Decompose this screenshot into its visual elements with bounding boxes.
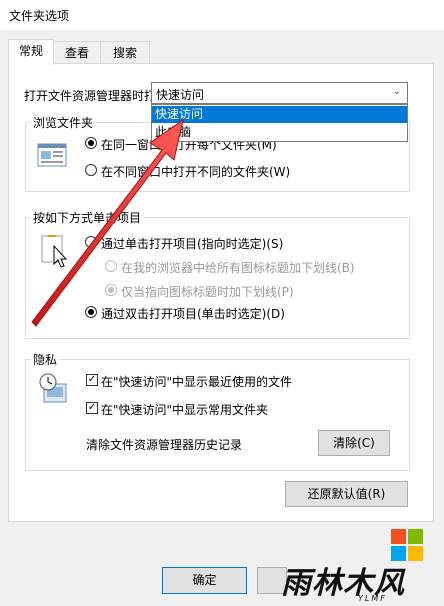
browse-folders-title: 浏览文件夹: [30, 114, 97, 131]
title-bar: 文件夹选项: [0, 0, 444, 30]
open-explorer-dropdown: 快速访问 此电脑: [151, 104, 408, 142]
clear-history-button[interactable]: 清除(C): [318, 430, 390, 456]
window-title: 文件夹选项: [9, 9, 70, 23]
pointer-click-icon: [40, 232, 72, 271]
click-items-title: 按如下方式单击项目: [30, 209, 145, 226]
ok-button[interactable]: 确定: [162, 567, 247, 594]
radio-same-window[interactable]: [85, 137, 97, 149]
open-explorer-selected: 快速访问: [156, 88, 205, 102]
tab-search[interactable]: 搜索: [100, 41, 150, 64]
radio-underline-hover-label: 仅当指向图标标题时加下划线(P): [121, 285, 294, 299]
clear-history-label: 清除文件资源管理器历史记录: [86, 438, 243, 452]
radio-new-window-label: 在不同窗口中打开不同的文件夹(W): [101, 165, 291, 179]
checkbox-frequent-folders-label: 在"快速访问"中显示常用文件夹: [101, 403, 269, 417]
dropdown-option-this-pc[interactable]: 此电脑: [152, 124, 407, 141]
tab-general-label: 常规: [18, 44, 43, 58]
tab-view-label: 查看: [64, 46, 89, 60]
dropdown-option-quick-access[interactable]: 快速访问: [152, 106, 407, 123]
checkbox-recent-files[interactable]: ✓: [86, 374, 98, 386]
open-explorer-select[interactable]: 快速访问 ⌄: [151, 82, 408, 104]
tab-general[interactable]: 常规: [8, 39, 54, 65]
chevron-down-icon: ⌄: [392, 86, 401, 97]
radio-single-click[interactable]: [85, 236, 97, 248]
open-explorer-label: 打开文件资源管理器时打: [24, 89, 157, 103]
radio-new-window[interactable]: [85, 164, 97, 176]
watermark-subtext: YLMF: [358, 594, 387, 603]
radio-double-click[interactable]: [85, 306, 97, 318]
radio-underline-hover[interactable]: [105, 284, 117, 296]
checkbox-recent-files-label: 在"快速访问"中显示最近使用的文件: [101, 375, 293, 389]
radio-underline-all[interactable]: [105, 260, 117, 272]
windows-logo-icon: [391, 529, 423, 561]
radio-double-click-label: 通过双击打开项目(单击时选定)(D): [101, 307, 285, 321]
radio-single-click-label: 通过单击打开项目(指向时选定)(S): [101, 237, 284, 251]
folder-window-icon: [37, 142, 67, 171]
radio-underline-all-label: 在我的浏览器中给所有图标标题加下划线(B): [121, 261, 355, 275]
restore-defaults-button[interactable]: 还原默认值(R): [285, 481, 408, 507]
tab-view[interactable]: 查看: [53, 41, 101, 64]
clock-history-icon: [38, 372, 70, 409]
checkbox-frequent-folders[interactable]: ✓: [86, 402, 98, 414]
privacy-title: 隐私: [30, 351, 61, 368]
tab-search-label: 搜索: [112, 46, 137, 60]
